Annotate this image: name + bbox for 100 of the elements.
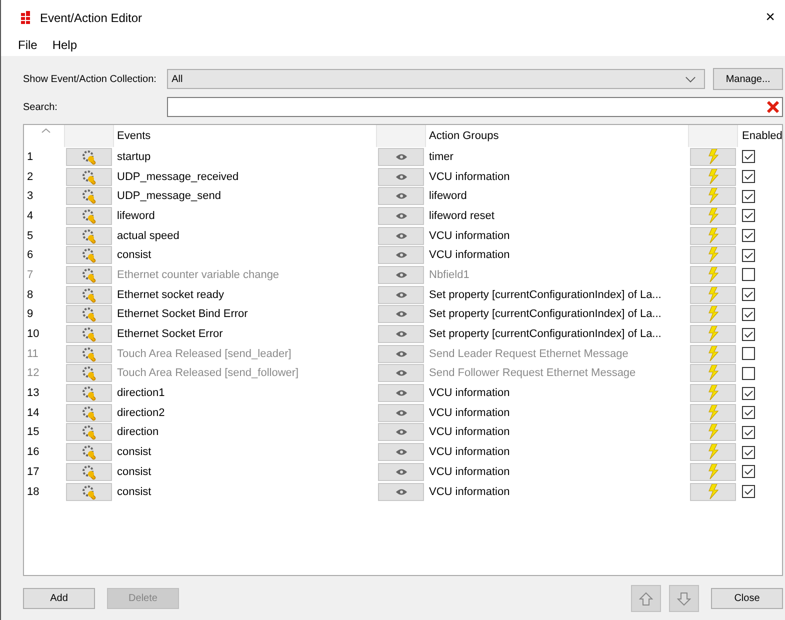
view-button[interactable]	[378, 384, 424, 402]
enabled-checkbox[interactable]	[742, 209, 755, 222]
enabled-checkbox[interactable]	[742, 328, 755, 341]
column-header[interactable]: Action Groups	[429, 130, 499, 142]
action-group-name: VCU information	[429, 466, 510, 478]
collection-dropdown[interactable]: All	[166, 69, 706, 89]
event-settings-button[interactable]	[66, 187, 112, 206]
gear-wrench-icon	[81, 228, 97, 244]
eye-icon	[394, 408, 408, 417]
menu-item[interactable]: Help	[52, 38, 78, 52]
row-number: 2	[27, 170, 34, 183]
event-settings-button[interactable]	[66, 305, 112, 324]
event-name: consist	[117, 486, 152, 498]
enabled-checkbox[interactable]	[742, 465, 755, 478]
eye-icon	[394, 488, 408, 496]
view-button[interactable]	[378, 187, 424, 206]
event-settings-button[interactable]	[66, 168, 112, 186]
column-header[interactable]: Enabled	[742, 130, 782, 142]
event-settings-button[interactable]	[66, 226, 112, 245]
event-settings-button[interactable]	[66, 364, 112, 382]
column-header[interactable]: Events	[117, 130, 151, 142]
view-button[interactable]	[378, 462, 424, 481]
event-settings-button[interactable]	[66, 286, 112, 304]
eye-icon	[394, 448, 408, 456]
action-group-name: Send Leader Request Ethernet Message	[429, 348, 628, 360]
enabled-checkbox[interactable]	[742, 229, 755, 242]
eye-icon	[394, 350, 408, 358]
gear-wrench-icon	[81, 404, 97, 421]
event-settings-button[interactable]	[66, 148, 112, 166]
enabled-checkbox[interactable]	[742, 366, 755, 380]
enabled-checkbox[interactable]	[742, 268, 755, 282]
event-name: Touch Area Released [send_follower]	[117, 367, 299, 380]
event-name: actual speed	[117, 230, 180, 242]
row-number: 14	[27, 406, 40, 419]
gear-wrench-icon	[81, 484, 97, 500]
eye-icon	[394, 172, 408, 181]
view-button[interactable]	[378, 443, 424, 462]
close-button[interactable]: ×	[766, 9, 775, 28]
enabled-checkbox[interactable]	[742, 485, 755, 498]
enabled-checkbox[interactable]	[742, 170, 755, 184]
event-settings-button[interactable]	[66, 462, 112, 481]
event-name: consist	[117, 446, 152, 458]
event-settings-button[interactable]	[66, 325, 112, 344]
enabled-checkbox[interactable]	[742, 248, 755, 262]
action-button[interactable]: Add	[23, 588, 95, 609]
arrow-down-icon	[677, 592, 691, 606]
move-down-button[interactable]	[669, 585, 699, 612]
collection-label: Show Event/Action Collection:	[23, 74, 158, 84]
event-settings-button[interactable]	[66, 423, 112, 442]
eye-icon	[394, 468, 408, 476]
enabled-checkbox[interactable]	[742, 406, 755, 420]
event-settings-button[interactable]	[66, 246, 112, 264]
enabled-checkbox[interactable]	[742, 190, 755, 203]
move-up-button[interactable]	[631, 585, 661, 612]
view-button[interactable]	[378, 404, 424, 422]
view-button[interactable]	[378, 305, 424, 324]
action-group-name: VCU information	[429, 406, 510, 419]
event-name: startup	[117, 150, 151, 163]
view-button[interactable]	[378, 344, 424, 363]
action-group-name: Set property [currentConfigurationIndex] of La...	[429, 328, 662, 340]
enabled-checkbox[interactable]	[742, 426, 755, 439]
enabled-checkbox[interactable]	[742, 150, 755, 164]
gear-wrench-icon	[81, 247, 97, 264]
view-button[interactable]	[378, 266, 424, 284]
event-settings-button[interactable]	[66, 404, 112, 422]
event-name: Ethernet counter variable change	[117, 268, 280, 281]
manage-button[interactable]: Manage...	[713, 68, 783, 90]
action-group-name: VCU information	[429, 387, 510, 400]
action-group-name: VCU information	[429, 249, 510, 262]
view-button[interactable]	[378, 168, 424, 186]
row-number: 18	[27, 486, 40, 498]
enabled-checkbox[interactable]	[742, 288, 755, 302]
view-button[interactable]	[378, 148, 424, 166]
enabled-checkbox[interactable]	[742, 347, 755, 360]
event-settings-button[interactable]	[66, 443, 112, 462]
view-button[interactable]	[378, 286, 424, 304]
close-dialog-button[interactable]: Close	[711, 588, 783, 609]
clear-icon[interactable]	[766, 100, 780, 114]
view-button[interactable]	[378, 423, 424, 442]
event-settings-button[interactable]	[66, 482, 112, 501]
view-button[interactable]	[378, 246, 424, 264]
action-group-name: Nbfield1	[429, 268, 470, 281]
sort-caret-icon[interactable]	[40, 128, 50, 133]
view-button[interactable]	[378, 364, 424, 382]
event-settings-button[interactable]	[66, 384, 112, 402]
enabled-checkbox[interactable]	[742, 446, 755, 459]
search-field[interactable]	[167, 97, 783, 117]
event-settings-button[interactable]	[66, 206, 112, 225]
enabled-checkbox[interactable]	[742, 308, 755, 321]
eye-icon	[394, 330, 408, 338]
event-settings-button[interactable]	[66, 344, 112, 363]
view-button[interactable]	[378, 482, 424, 501]
action-group-name: lifeword	[429, 190, 467, 202]
event-settings-button[interactable]	[66, 266, 112, 284]
menu-item[interactable]: File	[18, 38, 38, 52]
enabled-checkbox[interactable]	[742, 386, 755, 400]
event-name: Ethernet Socket Bind Error	[117, 308, 248, 320]
view-button[interactable]	[378, 325, 424, 344]
view-button[interactable]	[378, 226, 424, 245]
view-button[interactable]	[378, 206, 424, 225]
